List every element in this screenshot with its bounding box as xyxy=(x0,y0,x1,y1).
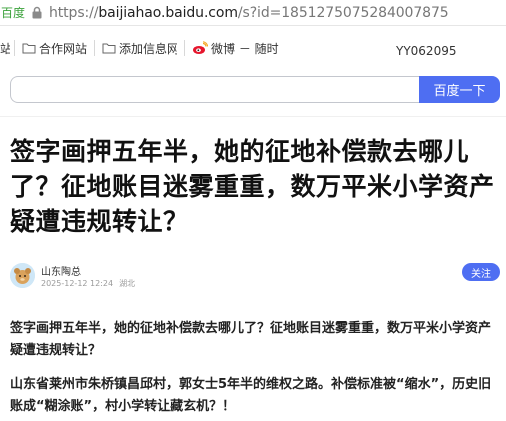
url-path: /s?id=1851275075284007875 xyxy=(237,4,449,21)
search-button[interactable]: 百度一下 xyxy=(419,76,500,103)
bookmark-label: 微博 － 随时 xyxy=(211,41,279,56)
folder-icon xyxy=(22,43,36,54)
publish-region: 湖北 xyxy=(119,279,136,288)
bookmark-partner-sites[interactable]: 合作网站 xyxy=(19,40,90,57)
author-name[interactable]: 山东陶总 xyxy=(41,263,81,278)
url-prefix: https:// xyxy=(49,4,99,21)
search-bar: 百度一下 xyxy=(10,76,500,103)
avatar-image-icon xyxy=(10,263,35,288)
bookmark-weibo[interactable]: 微博 － 随时 xyxy=(189,40,298,57)
bookmark-label: 添加信息网 xyxy=(119,41,178,56)
bookmark-divider xyxy=(14,40,15,56)
bookmark-label: 合作网站 xyxy=(39,41,88,56)
bookmarks-bar: 站 合作网站 添加信息网 微博 － 随时 YY062095 xyxy=(0,30,506,66)
header-divider xyxy=(0,116,506,117)
bookmark-add-info[interactable]: 添加信息网 xyxy=(99,40,180,57)
url-host: baijiahao.baidu.com xyxy=(98,4,238,21)
bookmark-divider xyxy=(184,40,186,56)
address-bar[interactable]: 百度 https://baijiahao.baidu.com/s?id=1851… xyxy=(0,0,506,26)
bookmark-stub[interactable]: 站 xyxy=(0,40,10,57)
avatar[interactable] xyxy=(10,263,35,288)
search-input[interactable] xyxy=(10,76,419,103)
machine-code: YY062095 xyxy=(396,44,457,58)
weibo-icon xyxy=(193,41,209,54)
publish-date: 2025-12-12 12:24 xyxy=(41,279,114,288)
lock-icon[interactable] xyxy=(30,6,44,20)
tab-stub[interactable]: 百度 xyxy=(0,4,26,21)
article-title: 签字画押五年半，她的征地补偿款去哪儿了？征地账目迷雾重重，数万平米小学资产疑遭违… xyxy=(10,137,495,236)
url-text[interactable]: https://baijiahao.baidu.com/s?id=1851275… xyxy=(49,5,449,21)
article-paragraph: 签字画押五年半，她的征地补偿款去哪儿了？征地账目迷雾重重，数万平米小学资产疑遭违… xyxy=(10,321,492,358)
folder-icon xyxy=(102,43,116,54)
article-meta: 2025-12-12 12:24 湖北 xyxy=(41,278,141,289)
article-paragraph: 山东省莱州市朱桥镇昌邱村，郭女士5年半的维权之路。补偿标准被“缩水”，历史旧账成… xyxy=(10,377,492,414)
author-row: 山东陶总 2025-12-12 12:24 湖北 关注 xyxy=(10,260,500,290)
bookmark-divider xyxy=(94,40,96,56)
follow-button[interactable]: 关注 xyxy=(462,263,500,281)
